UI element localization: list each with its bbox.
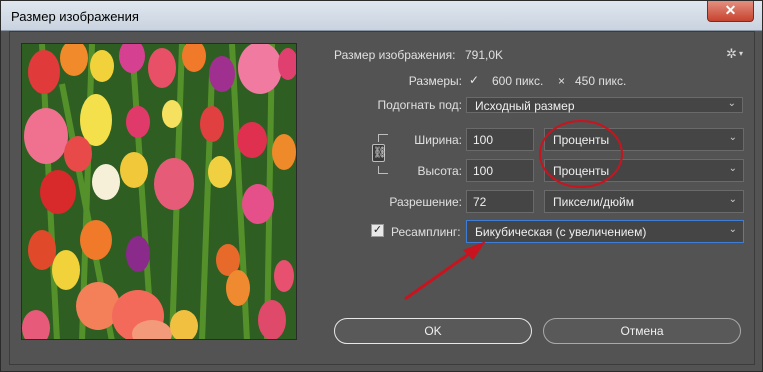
link-chain-icon[interactable]: ⛓ xyxy=(372,144,387,162)
resample-checkbox[interactable]: ✓ xyxy=(371,224,384,237)
resolution-unit-value: Пиксели/дюйм xyxy=(553,195,634,209)
chevron-down-icon: ⌄ xyxy=(728,132,737,143)
gear-icon[interactable]: ✲ xyxy=(726,46,737,62)
chevron-down-icon[interactable]: ▾ xyxy=(739,49,743,58)
chevron-down-icon: ⌄ xyxy=(727,98,736,109)
chevron-down-icon: ⌄ xyxy=(728,224,737,235)
resample-method-value: Бикубическая (с увеличением) xyxy=(475,225,647,239)
image-preview xyxy=(21,43,297,340)
resample-method-select[interactable]: Бикубическая (с увеличением) ⌄ xyxy=(466,220,744,243)
dialog-body: Размер изображения: 791,0K ✲ ▾ Размеры: … xyxy=(9,31,755,365)
resolution-input[interactable]: 72 xyxy=(466,190,534,213)
resolution-label: Разрешение: xyxy=(389,195,462,209)
dimensions-height-px: 450 пикс. xyxy=(575,74,627,88)
chevron-down-icon: ⌄ xyxy=(728,194,737,205)
dimensions-width-px: 600 пикс. xyxy=(492,74,544,88)
image-size-label: Размер изображения: xyxy=(334,48,456,62)
height-label: Высота: xyxy=(417,164,462,178)
width-unit-value: Проценты xyxy=(553,133,610,147)
ok-button[interactable]: OK xyxy=(334,318,532,344)
title-bar: Размер изображения ✕ xyxy=(1,1,762,31)
constrain-bracket-top xyxy=(378,134,388,142)
fit-to-select[interactable]: Исходный размер ⌄ xyxy=(466,97,743,113)
resolution-unit-select[interactable]: Пиксели/дюйм ⌄ xyxy=(544,190,744,213)
height-unit-select[interactable]: Проценты ⌄ xyxy=(544,159,744,182)
image-size-dialog-window: Размер изображения ✕ Размер изображения:… xyxy=(0,0,763,372)
dimensions-dropdown-icon[interactable]: ✓ xyxy=(469,73,479,87)
image-size-value: 791,0K xyxy=(465,48,504,62)
dimensions-times-sign: × xyxy=(558,74,566,88)
height-input[interactable]: 100 xyxy=(466,159,534,182)
dimensions-label: Размеры: xyxy=(408,74,462,88)
width-label: Ширина: xyxy=(414,133,462,147)
chevron-down-icon: ⌄ xyxy=(728,163,737,174)
constrain-bracket-bottom xyxy=(378,166,388,174)
tulips-preview-image xyxy=(22,44,296,339)
width-unit-select[interactable]: Проценты ⌄ xyxy=(544,128,744,151)
close-button[interactable]: ✕ xyxy=(707,1,754,22)
height-unit-value: Проценты xyxy=(553,164,610,178)
resample-label: Ресамплинг: xyxy=(391,225,461,239)
fit-to-label: Подогнать под: xyxy=(377,98,462,112)
cancel-button[interactable]: Отмена xyxy=(543,318,741,344)
width-input[interactable]: 100 xyxy=(466,128,534,151)
window-title: Размер изображения xyxy=(11,9,139,24)
fit-to-value: Исходный размер xyxy=(475,99,575,113)
